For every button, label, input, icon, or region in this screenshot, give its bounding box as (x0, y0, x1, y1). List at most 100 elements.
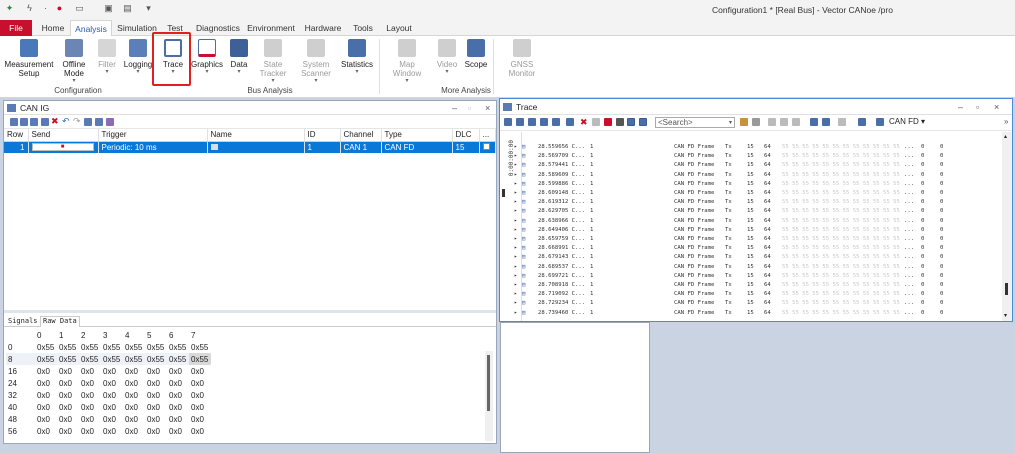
raw-byte-cell[interactable]: 0x0 (79, 425, 101, 437)
id-cell[interactable]: 1 (304, 141, 341, 153)
trace-sync-icon[interactable] (639, 118, 647, 126)
raw-byte-cell[interactable]: 0x0 (145, 413, 167, 425)
raw-byte-cell[interactable]: 0x0 (35, 365, 57, 377)
trace-row[interactable]: ▸ ▤ 28.609148 C... 1 CAN FD Frame Tx 15 64 55 55… (514, 189, 994, 198)
raw-byte-cell[interactable]: 0x0 (57, 377, 79, 389)
raw-data-row[interactable]: 24 0x0 0x0 0x0 0x0 0x0 0x0 0x0 0x0 (6, 377, 211, 389)
send-button[interactable]: ■ (31, 143, 94, 152)
toolbar-overflow-icon[interactable]: » (1004, 117, 1008, 126)
send-cell[interactable]: ■ (28, 141, 99, 153)
raw-byte-cell[interactable]: 0x0 (167, 413, 189, 425)
trace-row[interactable]: ▸ ▤ 28.668991 C... 1 CAN FD Frame Tx 15 64 55 55… (514, 244, 994, 253)
raw-byte-cell[interactable]: 0x55 (57, 353, 79, 365)
filter-button[interactable]: Filter ▾ (94, 38, 120, 76)
trace-row[interactable]: ▸ ▤ 28.699721 C... 1 CAN FD Frame Tx 15 64 55 55… (514, 272, 994, 281)
raw-scrollbar-thumb[interactable] (487, 355, 490, 411)
tab-layout[interactable]: Layout (383, 20, 415, 36)
tab-tools[interactable]: Tools (350, 20, 376, 36)
raw-byte-cell[interactable]: 0x0 (79, 377, 101, 389)
layout-icon[interactable] (95, 118, 103, 126)
raw-byte-cell[interactable]: 0x0 (57, 413, 79, 425)
raw-byte-cell[interactable]: 0x0 (189, 413, 211, 425)
state-tracker-button[interactable]: State Tracker ▾ (256, 38, 290, 85)
trace-export-icon[interactable] (822, 118, 830, 126)
dlc-cell[interactable]: 15 (452, 141, 480, 153)
col-channel[interactable]: Channel (340, 129, 382, 142)
raw-byte-cell[interactable]: 0x0 (35, 425, 57, 437)
maximize-icon[interactable]: ▫ (976, 99, 979, 115)
raw-byte-cell[interactable]: 0x55 (101, 341, 123, 353)
trace-config-icon[interactable] (504, 118, 512, 126)
channel-cell[interactable]: CAN 1 (340, 141, 382, 153)
raw-byte-cell[interactable]: 0x0 (35, 413, 57, 425)
trace-row[interactable]: ▸ ▤ 28.559656 C... 1 CAN FD Frame Tx 15 64 55 55… (514, 143, 994, 152)
raw-byte-cell[interactable]: 0x0 (101, 389, 123, 401)
raw-byte-cell[interactable]: 0x55 (79, 341, 101, 353)
col-dlc[interactable]: DLC (452, 129, 480, 142)
col-type[interactable]: Type (381, 129, 453, 142)
col-trigger[interactable]: Trigger (98, 129, 208, 142)
trace-detail-icon[interactable] (540, 118, 548, 126)
trace-scroll-icon[interactable] (627, 118, 635, 126)
raw-byte-cell[interactable]: 0x0 (145, 389, 167, 401)
enable-checkbox[interactable] (482, 142, 490, 150)
logging-button[interactable]: Logging ▾ (123, 38, 153, 76)
trace-bus-icon[interactable] (876, 118, 884, 126)
raw-data-row[interactable]: 48 0x0 0x0 0x0 0x0 0x0 0x0 0x0 0x0 (6, 413, 211, 425)
map-window-button[interactable]: Map Window ▾ (384, 38, 430, 85)
delete-icon[interactable]: ✖ (580, 117, 588, 127)
col-id[interactable]: ID (304, 129, 341, 142)
trace-marker-icon[interactable] (792, 118, 800, 126)
trace-time-icon[interactable] (616, 118, 624, 126)
close-icon[interactable]: × (994, 99, 999, 115)
raw-byte-cell[interactable]: 0x55 (145, 341, 167, 353)
minimize-icon[interactable]: – (958, 99, 963, 115)
scroll-down-icon[interactable]: ▾ (1004, 312, 1007, 319)
close-icon[interactable]: × (485, 101, 490, 115)
data-button[interactable]: Data ▾ (228, 38, 250, 76)
raw-byte-cell[interactable]: 0x0 (167, 401, 189, 413)
trace-row[interactable]: ▸ ▤ 28.579441 C... 1 CAN FD Frame Tx 15 64 55 55… (514, 161, 994, 170)
record-icon[interactable]: ● (54, 3, 65, 14)
raw-byte-cell[interactable]: 0x0 (57, 425, 79, 437)
lightning-icon[interactable]: ϟ (24, 3, 35, 14)
delete-icon[interactable]: ✖ (51, 116, 59, 126)
video-button[interactable]: Video ▾ (435, 38, 459, 76)
trace-scrollbar-thumb[interactable] (1005, 283, 1008, 295)
insert-icon[interactable] (30, 118, 38, 126)
raw-byte-cell[interactable]: 0x0 (79, 389, 101, 401)
col-name[interactable]: Name (207, 129, 305, 142)
undo-icon[interactable]: ↶ (62, 116, 70, 126)
trace-nav-left-icon[interactable] (768, 118, 776, 126)
raw-byte-cell[interactable]: 0x0 (145, 401, 167, 413)
raw-byte-cell[interactable]: 0x0 (189, 425, 211, 437)
trace-row[interactable]: ▸ ▤ 28.729234 C... 1 CAN FD Frame Tx 15 64 55 55… (514, 299, 994, 308)
minimize-icon[interactable]: – (452, 101, 457, 115)
trace-row[interactable]: ▸ ▤ 28.739460 C... 1 CAN FD Frame Tx 15 64 55 55… (514, 309, 994, 318)
raw-byte-cell[interactable]: 0x0 (101, 401, 123, 413)
trace-view-icon[interactable] (838, 118, 846, 126)
trace-filter-icon[interactable] (528, 118, 536, 126)
trace-scrollbar[interactable]: ▴ ▾ (1002, 132, 1012, 321)
type-cell[interactable]: CAN FD (381, 141, 453, 153)
raw-byte-cell[interactable]: 0x0 (57, 401, 79, 413)
trace-window-layout-icon[interactable] (810, 118, 818, 126)
tab-analysis[interactable]: Analysis (70, 20, 112, 37)
trace-row[interactable]: ▸ ▤ 28.629705 C... 1 CAN FD Frame Tx 15 64 55 55… (514, 207, 994, 216)
raw-byte-cell[interactable]: 0x0 (57, 389, 79, 401)
tab-signals[interactable]: Signals (8, 317, 38, 325)
raw-byte-cell[interactable]: 0x0 (123, 401, 145, 413)
copy-icon[interactable] (41, 118, 49, 126)
system-scanner-button[interactable]: System Scanner ▾ (297, 38, 335, 85)
trace-row[interactable]: ▸ ▤ 28.589609 C... 1 CAN FD Frame Tx 15 64 55 55… (514, 171, 994, 180)
trace-row[interactable]: ▸ ▤ 28.599886 C... 1 CAN FD Frame Tx 15 64 55 55… (514, 180, 994, 189)
raw-byte-cell[interactable]: 0x55 (167, 353, 189, 365)
raw-byte-cell[interactable]: 0x55 (189, 353, 211, 365)
tab-home[interactable]: Home (38, 20, 68, 36)
trace-display-icon[interactable] (858, 118, 866, 126)
raw-byte-cell[interactable]: 0x0 (123, 425, 145, 437)
trace-row[interactable]: ▸ ▤ 28.719092 C... 1 CAN FD Frame Tx 15 64 55 55… (514, 290, 994, 299)
raw-byte-cell[interactable]: 0x0 (189, 377, 211, 389)
raw-byte-cell[interactable]: 0x0 (145, 425, 167, 437)
raw-data-row[interactable]: 8 0x55 0x55 0x55 0x55 0x55 0x55 0x55 0x55 (6, 353, 211, 365)
